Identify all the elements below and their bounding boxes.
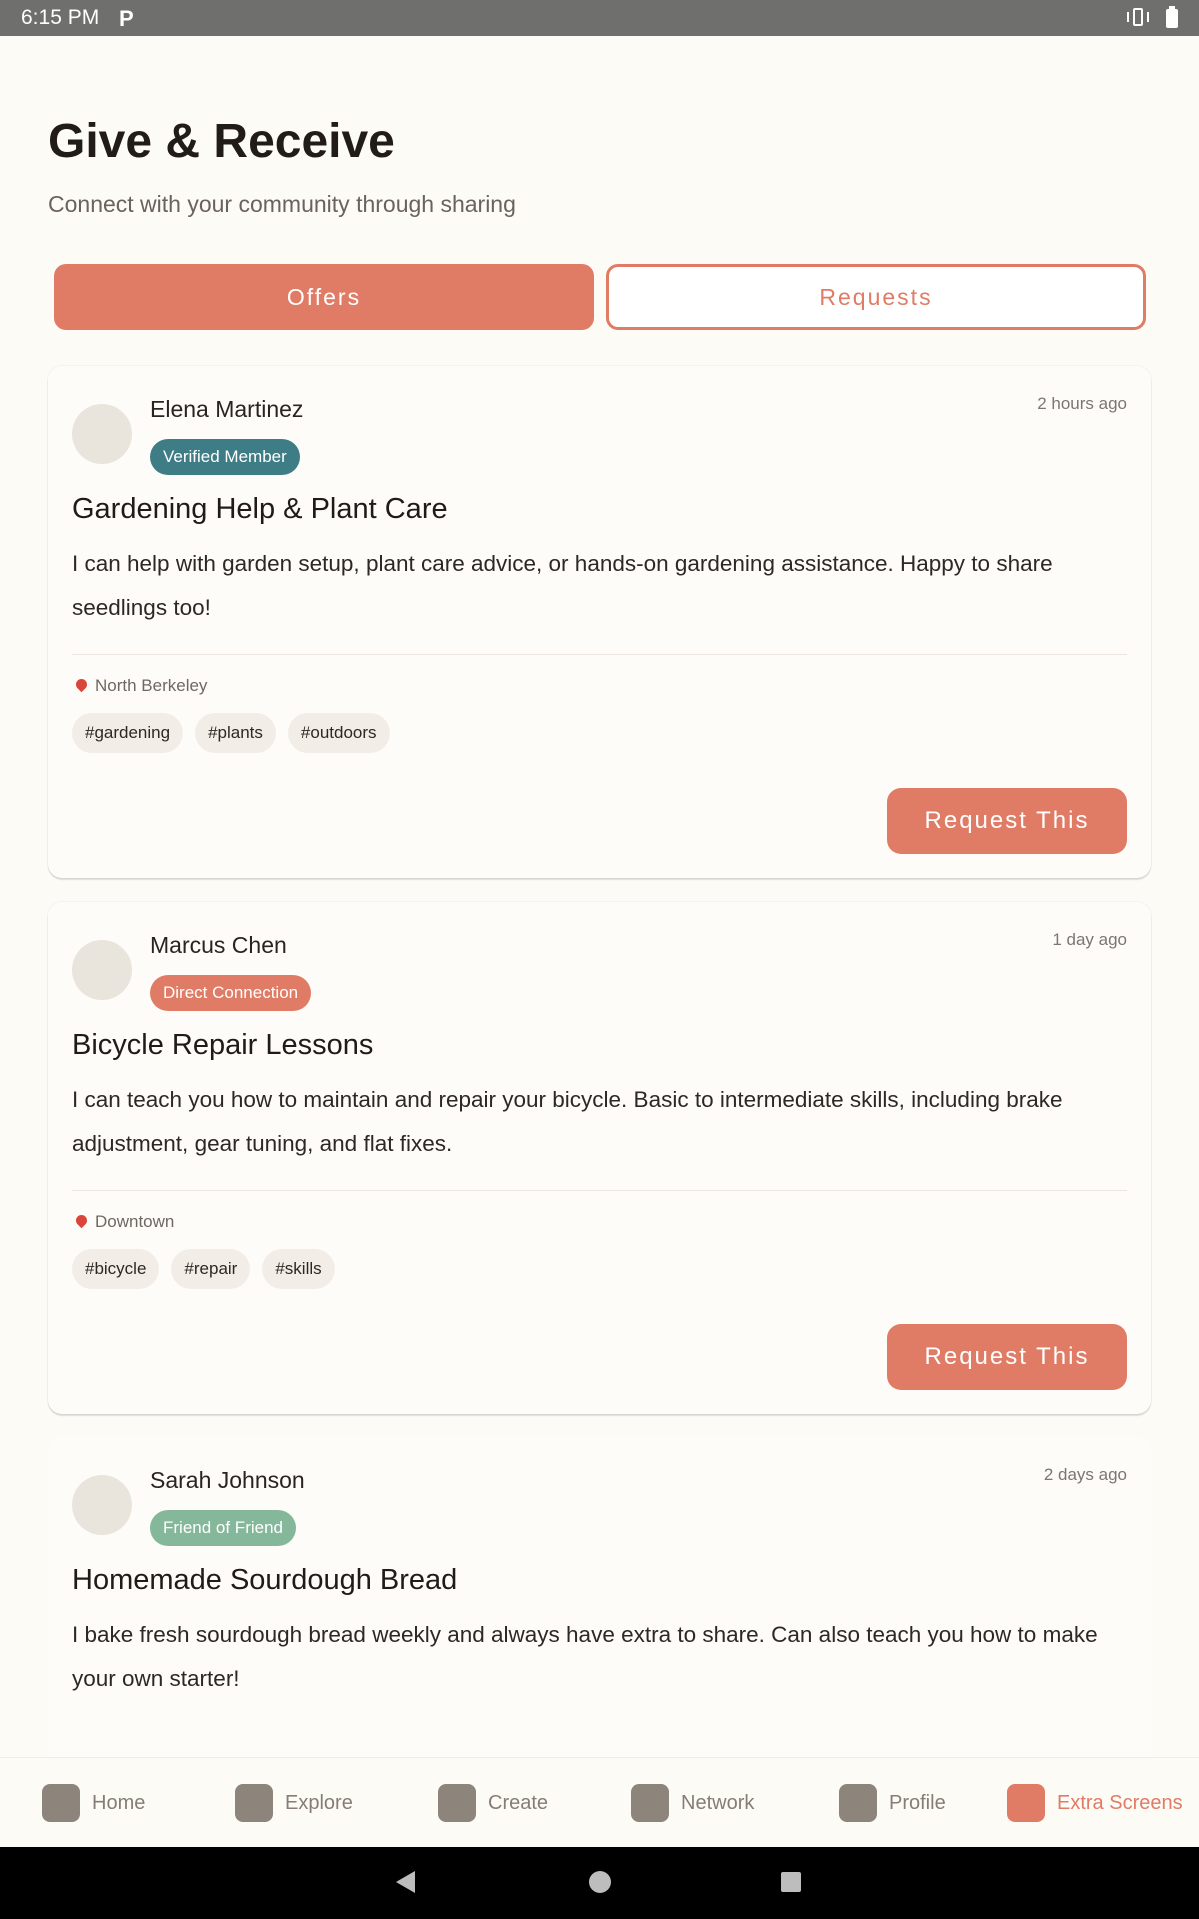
app-notification-icon: P: [119, 6, 134, 31]
nav-label: Profile: [889, 1791, 946, 1814]
nav-create[interactable]: Create: [438, 1758, 548, 1848]
tag-list: #gardening #plants #outdoors: [72, 713, 390, 753]
tag[interactable]: #plants: [195, 713, 276, 753]
nav-label: Extra Screens: [1057, 1791, 1183, 1814]
request-this-button[interactable]: Request This: [887, 788, 1127, 854]
offer-card: Sarah Johnson Friend of Friend 2 days ag…: [48, 1437, 1151, 1767]
nav-home[interactable]: Home: [42, 1758, 145, 1848]
timestamp: 2 days ago: [1043, 1465, 1127, 1484]
nav-network[interactable]: Network: [631, 1758, 754, 1848]
nav-extra-screens[interactable]: Extra Screens: [1007, 1758, 1183, 1848]
status-time: 6:15 PM: [21, 6, 100, 29]
tab-requests[interactable]: Requests: [606, 264, 1146, 330]
status-badge: Verified Member: [150, 439, 300, 475]
divider: [72, 1190, 1127, 1191]
location: North Berkeley: [72, 676, 207, 696]
status-badge: Direct Connection: [150, 975, 312, 1011]
explore-icon: [235, 1784, 273, 1822]
tag-list: #bicycle #repair #skills: [72, 1249, 335, 1289]
tag[interactable]: #bicycle: [72, 1249, 160, 1289]
avatar[interactable]: [72, 404, 132, 464]
location-pin-icon: [73, 1212, 90, 1229]
post-title: Bicycle Repair Lessons: [72, 1029, 374, 1061]
user-name[interactable]: Elena Martinez: [150, 396, 303, 423]
page-title: Give & Receive: [48, 115, 395, 168]
home-icon: [42, 1784, 80, 1822]
request-this-button[interactable]: Request This: [887, 1324, 1127, 1390]
tab-offers[interactable]: Offers: [54, 264, 594, 330]
tag[interactable]: #repair: [171, 1249, 251, 1289]
nav-label: Create: [488, 1791, 549, 1814]
back-icon[interactable]: [396, 1871, 415, 1893]
tag[interactable]: #skills: [262, 1249, 335, 1289]
system-navigation-bar: [0, 1847, 1199, 1919]
avatar[interactable]: [72, 940, 132, 1000]
profile-icon: [839, 1784, 877, 1822]
bottom-navigation: Home Explore Create Network Profile Extr…: [0, 1757, 1199, 1848]
offer-card: Marcus Chen Direct Connection 1 day ago …: [48, 902, 1151, 1414]
post-description: I can help with garden setup, plant care…: [72, 551, 1053, 620]
post-title: Homemade Sourdough Bread: [72, 1564, 458, 1596]
avatar[interactable]: [72, 1475, 132, 1535]
page-subtitle: Connect with your community through shar…: [48, 191, 516, 217]
location-label: North Berkeley: [95, 676, 208, 695]
timestamp: 1 day ago: [1052, 930, 1127, 949]
location: Downtown: [72, 1212, 174, 1232]
nav-profile[interactable]: Profile: [839, 1758, 946, 1848]
nav-label: Explore: [285, 1791, 353, 1814]
tag[interactable]: #outdoors: [287, 713, 390, 753]
divider: [72, 654, 1127, 655]
status-bar: 6:15 PM P: [0, 0, 1199, 36]
home-circle-icon[interactable]: [589, 1871, 611, 1893]
user-name[interactable]: Marcus Chen: [150, 932, 287, 959]
tag[interactable]: #gardening: [72, 713, 184, 753]
offer-card: Elena Martinez Verified Member 2 hours a…: [48, 366, 1151, 878]
timestamp: 2 hours ago: [1037, 394, 1127, 413]
recents-icon[interactable]: [781, 1872, 801, 1892]
nav-label: Network: [681, 1791, 755, 1814]
vibrate-icon: [1127, 8, 1151, 28]
nav-explore[interactable]: Explore: [235, 1758, 353, 1848]
location-label: Downtown: [95, 1212, 175, 1231]
post-description: I bake fresh sourdough bread weekly and …: [72, 1622, 1098, 1691]
post-description: I can teach you how to maintain and repa…: [72, 1087, 1063, 1156]
nav-label: Home: [92, 1791, 146, 1814]
network-icon: [631, 1784, 669, 1822]
post-title: Gardening Help & Plant Care: [72, 493, 448, 525]
location-pin-icon: [73, 676, 90, 693]
user-name[interactable]: Sarah Johnson: [150, 1467, 305, 1494]
create-icon: [438, 1784, 476, 1822]
extra-screens-icon: [1007, 1784, 1045, 1822]
battery-icon: [1166, 6, 1178, 28]
status-badge: Friend of Friend: [150, 1510, 296, 1546]
